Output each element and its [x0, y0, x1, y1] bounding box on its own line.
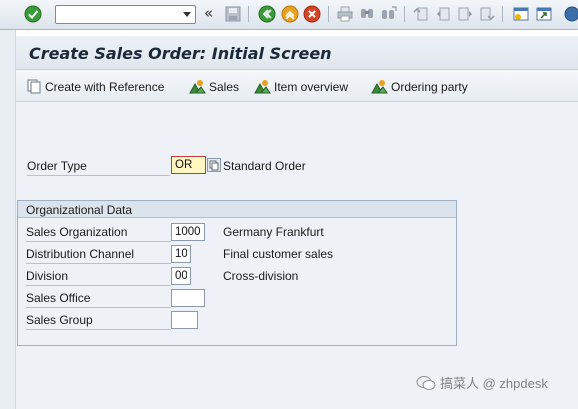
group-title: Organizational Data [26, 203, 133, 217]
first-page-icon[interactable] [412, 5, 430, 23]
application-toolbar: Create with Reference Sales Item overvie… [16, 70, 578, 102]
sales-group-input[interactable] [171, 311, 198, 329]
toolbar-separator [328, 6, 329, 22]
label-underline [27, 175, 170, 176]
sales-label: Sales [209, 79, 240, 94]
create-with-reference-button[interactable]: Create with Reference [27, 78, 164, 95]
mountain-icon [189, 80, 206, 94]
find-next-icon[interactable] [380, 5, 398, 23]
toolbar-separator [248, 6, 249, 22]
exit-icon[interactable] [281, 5, 299, 23]
main-area: Order Type Standard Order Organizational… [16, 102, 578, 409]
system-toolbar: « [0, 0, 578, 30]
division-input[interactable] [171, 267, 191, 285]
toolbar-separator [502, 6, 503, 22]
copy-document-icon [27, 79, 41, 94]
item-overview-label: Item overview [274, 79, 349, 94]
sales-group-label: Sales Group [26, 313, 93, 327]
find-icon[interactable] [358, 5, 376, 23]
back-icon[interactable] [258, 5, 276, 23]
sales-organization-description: Germany Frankfurt [223, 225, 324, 239]
left-border [0, 30, 16, 409]
title-bar: Create Sales Order: Initial Screen [16, 36, 578, 70]
generate-shortcut-icon[interactable] [535, 5, 553, 23]
sales-office-input[interactable] [171, 289, 205, 307]
sales-button[interactable]: Sales [189, 78, 239, 95]
cancel-icon[interactable] [303, 5, 321, 23]
command-field[interactable] [55, 5, 196, 24]
label-underline [26, 241, 171, 242]
search-help-icon[interactable] [207, 158, 221, 172]
group-header: Organizational Data [18, 201, 456, 218]
sales-office-label: Sales Office [26, 291, 91, 305]
label-underline [26, 307, 171, 308]
order-type-label: Order Type [27, 159, 87, 173]
print-icon[interactable] [336, 5, 354, 23]
mountain-icon [371, 80, 388, 94]
create-with-reference-label: Create with Reference [45, 79, 165, 94]
wechat-icon [416, 375, 436, 390]
sales-organization-label: Sales Organization [26, 225, 128, 239]
previous-page-icon[interactable] [434, 5, 452, 23]
collapse-icon[interactable]: « [204, 4, 213, 22]
division-description: Cross-division [223, 269, 299, 283]
last-page-icon[interactable] [478, 5, 496, 23]
distribution-channel-label: Distribution Channel [26, 247, 135, 261]
division-label: Division [26, 269, 69, 283]
next-page-icon[interactable] [456, 5, 474, 23]
create-session-icon[interactable] [512, 5, 530, 23]
label-underline [26, 263, 171, 264]
help-icon[interactable] [563, 5, 578, 23]
label-underline [26, 285, 171, 286]
ordering-party-button[interactable]: Ordering party [371, 78, 468, 95]
sales-organization-input[interactable] [171, 223, 205, 241]
ordering-party-label: Ordering party [391, 79, 468, 94]
distribution-channel-description: Final customer sales [223, 247, 334, 261]
watermark: 搞菜人 @ zhpdesk [416, 373, 548, 392]
enter-check-icon[interactable] [24, 5, 42, 23]
page-title: Create Sales Order: Initial Screen [29, 44, 332, 63]
toolbar-separator [404, 6, 405, 22]
order-type-input[interactable] [171, 156, 206, 174]
chevron-down-icon[interactable] [183, 12, 191, 17]
order-type-description: Standard Order [223, 159, 306, 173]
save-icon[interactable] [224, 5, 242, 23]
watermark-text: 搞菜人 @ zhpdesk [440, 376, 548, 391]
label-underline [26, 329, 171, 330]
item-overview-button[interactable]: Item overview [254, 78, 348, 95]
distribution-channel-input[interactable] [171, 245, 191, 263]
mountain-icon [254, 80, 271, 94]
